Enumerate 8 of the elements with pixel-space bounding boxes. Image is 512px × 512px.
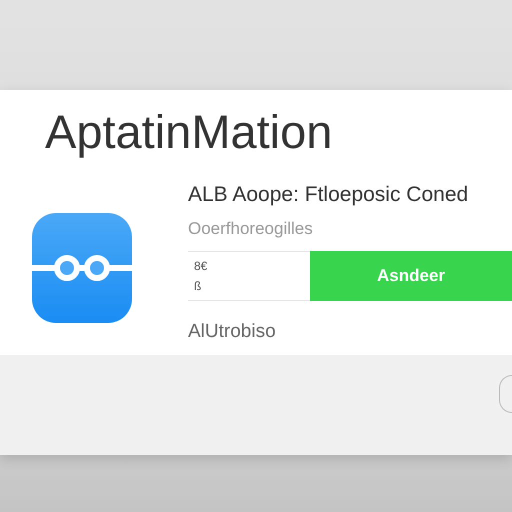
field-text: ß [194,279,202,293]
action-button[interactable]: Asndeer [310,251,512,301]
app-subtitle: Ooerfhoreogilles [188,219,314,239]
round-button[interactable] [499,375,512,413]
app-icon [32,213,132,323]
app-heading: ALB Aoope: Ftloeposic Coned [188,183,470,207]
field-text: 8€ [194,259,208,273]
caption: AlUtrobiso [188,321,277,343]
